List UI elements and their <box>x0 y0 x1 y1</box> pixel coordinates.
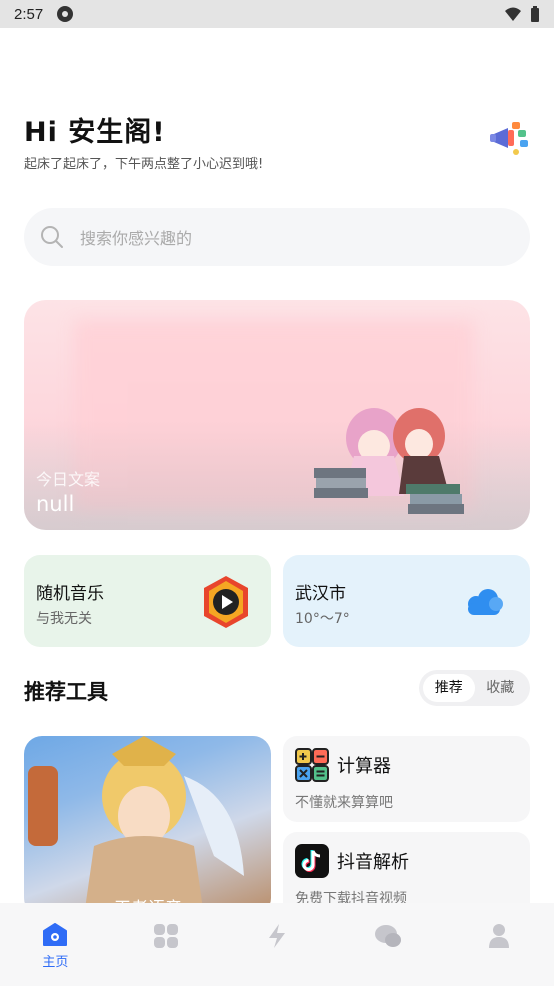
tab-profile[interactable] <box>443 903 554 986</box>
calculator-title: 计算器 <box>337 756 391 777</box>
anime-characters-illustration <box>314 408 464 514</box>
search-placeholder: 搜索你感兴趣的 <box>80 229 193 248</box>
king-voice-card[interactable]: 王者语音 <box>24 736 271 916</box>
segment-favorites[interactable]: 收藏 <box>475 674 527 702</box>
daily-quote-banner[interactable]: 今日文案 null <box>24 300 530 530</box>
section-title: 推荐工具 <box>24 680 108 704</box>
search-input[interactable]: 搜索你感兴趣的 <box>24 208 530 266</box>
tab-chat[interactable] <box>332 903 443 986</box>
douyin-title: 抖音解析 <box>337 852 409 873</box>
greeting: Hi 安生阁! 起床了起床了，下午两点整了小心迟到哦! <box>24 110 263 172</box>
greeting-subtitle: 起床了起床了，下午两点整了小心迟到哦! <box>24 157 264 172</box>
status-bar: 2:57 <box>0 0 554 28</box>
lightning-icon <box>268 924 285 948</box>
tab-apps[interactable] <box>111 903 222 986</box>
play-icon <box>204 576 248 628</box>
home-icon <box>43 923 68 946</box>
person-icon <box>488 924 509 948</box>
tab-home-label: 主页 <box>42 955 69 970</box>
tools-segment-control[interactable]: 推荐 收藏 <box>419 670 530 706</box>
grid-icon <box>154 924 179 948</box>
segment-recommend[interactable]: 推荐 <box>423 674 475 702</box>
banner-text: null <box>36 492 75 516</box>
game-character-illustration <box>28 736 244 916</box>
megaphone-icon[interactable] <box>488 116 532 160</box>
tiktok-icon <box>295 844 329 878</box>
calculator-desc: 不懂就来算算吧 <box>295 795 393 811</box>
banner-label: 今日文案 <box>36 470 101 489</box>
random-music-card[interactable]: 随机音乐 与我无关 <box>24 555 271 647</box>
tab-home[interactable]: 主页 <box>0 903 111 986</box>
search-icon <box>41 226 63 248</box>
chat-bubbles-icon <box>374 925 401 947</box>
status-time: 2:57 <box>14 5 44 23</box>
cloud-icon <box>468 589 503 615</box>
calculator-tool[interactable]: 计算器 不懂就来算算吧 <box>283 736 530 822</box>
wifi-icon <box>505 7 521 21</box>
bottom-tab-bar: 主页 <box>0 903 554 986</box>
calculator-icon <box>295 748 329 782</box>
battery-icon <box>531 6 539 22</box>
greeting-title: Hi 安生阁! <box>24 117 166 148</box>
app-notification-icon <box>57 6 74 22</box>
weather-card[interactable]: 武汉市 10°～7° <box>283 555 530 647</box>
tab-flash[interactable] <box>222 903 333 986</box>
